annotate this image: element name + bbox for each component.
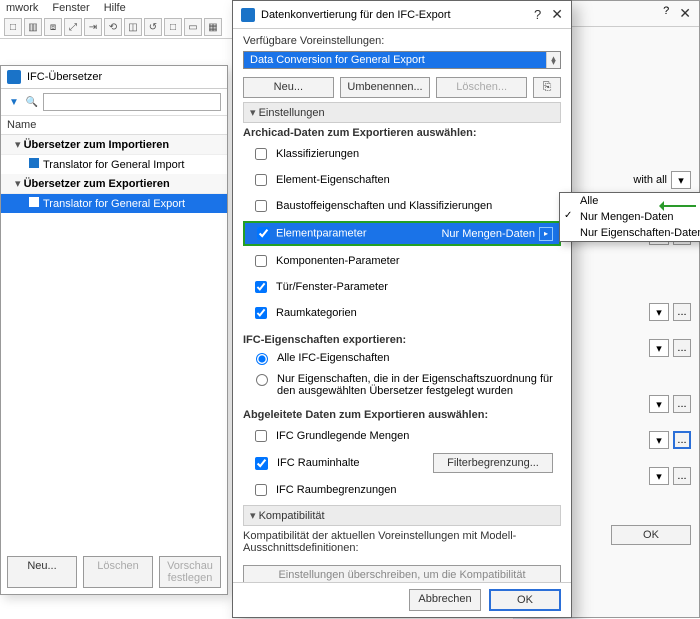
- checkbox[interactable]: [255, 281, 267, 293]
- checkbox[interactable]: [255, 174, 267, 186]
- ac-data-label: Archicad-Daten zum Exportieren auswählen…: [243, 127, 561, 139]
- elementparameter-value: Nur Mengen-Daten: [441, 228, 535, 240]
- chk-space-contents[interactable]: IFC Rauminhalte: [277, 457, 360, 469]
- tool-icon[interactable]: □: [4, 18, 22, 36]
- dropdown-caret-icon[interactable]: ▾: [649, 467, 669, 485]
- more-button[interactable]: ...: [673, 467, 691, 485]
- derived-label: Abgeleitete Daten zum Exportieren auswäh…: [243, 409, 561, 421]
- cancel-button[interactable]: Abbrechen: [409, 589, 481, 611]
- checkbox[interactable]: [255, 148, 267, 160]
- underlying-dialog: ? ✕ with all▾ ▾ⓘ ▾... ▾... ▾... ▾... ▾..…: [550, 0, 700, 618]
- chk-classifications[interactable]: Klassifizierungen: [243, 143, 561, 165]
- chk-room-categories[interactable]: Raumkategorien: [243, 302, 561, 324]
- tool-icon[interactable]: ◫: [124, 18, 142, 36]
- menu-item[interactable]: Fenster: [52, 2, 89, 14]
- dialog-title: Datenkonvertierung für den IFC-Export: [261, 9, 451, 21]
- data-conversion-dialog: Datenkonvertierung für den IFC-Export ? …: [232, 0, 572, 618]
- elementparameter-row[interactable]: Elementparameter Nur Mengen-Daten▸: [243, 221, 561, 246]
- elementparameter-dropdown[interactable]: Alle Nur Mengen-Daten Nur Eigenschaften-…: [559, 192, 700, 242]
- available-presets-label: Verfügbare Voreinstellungen:: [243, 35, 561, 47]
- radio-all-props[interactable]: Alle IFC-Eigenschaften: [243, 350, 561, 367]
- column-header-name: Name: [1, 116, 227, 135]
- chk-component-params[interactable]: Komponenten-Parameter: [243, 250, 561, 272]
- group-export[interactable]: Übersetzer zum Exportieren: [1, 174, 227, 194]
- tool-icon[interactable]: ▥: [24, 18, 42, 36]
- compat-label: Kompatibilität der aktuellen Voreinstell…: [243, 530, 561, 554]
- section-settings[interactable]: Einstellungen: [243, 102, 561, 123]
- chk-space-boundaries[interactable]: IFC Raumbegrenzungen: [243, 479, 561, 501]
- help-icon[interactable]: ?: [663, 5, 669, 22]
- close-icon[interactable]: ✕: [679, 5, 691, 22]
- scrollbar[interactable]: ▴▾: [546, 52, 560, 68]
- help-icon[interactable]: ?: [534, 7, 541, 22]
- with-all-label: with all: [633, 174, 667, 186]
- checkbox[interactable]: [255, 255, 267, 267]
- tool-icon[interactable]: ⇥: [84, 18, 102, 36]
- tool-icon[interactable]: ▭: [184, 18, 202, 36]
- ok-button[interactable]: OK: [489, 589, 561, 611]
- chk-door-window-params[interactable]: Tür/Fenster-Parameter: [243, 276, 561, 298]
- menu-item[interactable]: Hilfe: [104, 2, 126, 14]
- list-item[interactable]: Translator for General Export: [1, 194, 227, 213]
- dropdown-option[interactable]: Nur Eigenschaften-Daten: [560, 225, 700, 241]
- search-input[interactable]: [43, 93, 221, 111]
- tool-icon[interactable]: ⤢: [64, 18, 82, 36]
- dropdown-caret-icon[interactable]: ▾: [649, 395, 669, 413]
- radio[interactable]: [256, 353, 268, 365]
- doc-icon: [29, 197, 39, 207]
- search-icon[interactable]: 🔍: [25, 95, 39, 109]
- chk-base-quantities[interactable]: IFC Grundlegende Mengen: [243, 425, 561, 447]
- more-button[interactable]: ...: [673, 303, 691, 321]
- tool-icon[interactable]: ⧈: [44, 18, 62, 36]
- override-settings-button: Einstellungen überschreiben, um die Komp…: [243, 565, 561, 582]
- dialog-icon: [241, 8, 255, 22]
- chk-material-props[interactable]: Baustoffeigenschaften und Klassifizierun…: [243, 195, 561, 217]
- list-item[interactable]: Translator for General Import: [1, 155, 227, 174]
- preset-list[interactable]: Data Conversion for General Export ▴▾: [243, 51, 561, 69]
- tool-icon[interactable]: ⟲: [104, 18, 122, 36]
- section-compat[interactable]: Kompatibilität: [243, 505, 561, 526]
- set-preview-button: Vorschau festlegen: [159, 556, 221, 588]
- preset-item-selected[interactable]: Data Conversion for General Export: [244, 52, 560, 68]
- doc-icon: [29, 158, 39, 168]
- delete-preset-button: Löschen...: [436, 77, 527, 98]
- panel-title: IFC-Übersetzer: [27, 71, 102, 83]
- radio[interactable]: [256, 374, 268, 386]
- more-button[interactable]: ...: [673, 395, 691, 413]
- checkbox[interactable]: [257, 227, 270, 240]
- dropdown-caret-icon[interactable]: ▾: [671, 171, 691, 189]
- radio-only-mapped[interactable]: Nur Eigenschaften, die in der Eigenschaf…: [243, 371, 561, 399]
- chk-element-props[interactable]: Element-Eigenschaften: [243, 169, 561, 191]
- copy-preset-button[interactable]: ⎘: [533, 77, 561, 98]
- checkbox[interactable]: [255, 307, 267, 319]
- ifc-props-label: IFC-Eigenschaften exportieren:: [243, 334, 561, 346]
- rename-preset-button[interactable]: Umbenennen...: [340, 77, 431, 98]
- more-button[interactable]: ...: [673, 339, 691, 357]
- new-preset-button[interactable]: Neu...: [243, 77, 334, 98]
- menu-item[interactable]: mwork: [6, 2, 38, 14]
- checkbox[interactable]: [255, 484, 267, 496]
- dropdown-caret-icon[interactable]: ▸: [539, 227, 553, 241]
- ifc-translator-panel: IFC-Übersetzer ▼ 🔍 Name Übersetzer zum I…: [0, 65, 228, 595]
- filter-boundary-button[interactable]: Filterbegrenzung...: [433, 453, 553, 473]
- callout-arrow: [660, 205, 696, 207]
- tool-icon[interactable]: ▦: [204, 18, 222, 36]
- dropdown-option[interactable]: Nur Mengen-Daten: [560, 209, 700, 225]
- group-import[interactable]: Übersetzer zum Importieren: [1, 135, 227, 155]
- panel-icon: [7, 70, 21, 84]
- filter-icon[interactable]: ▼: [7, 95, 21, 109]
- more-button[interactable]: ...: [673, 431, 691, 449]
- dropdown-caret-icon[interactable]: ▾: [649, 339, 669, 357]
- ok-button[interactable]: OK: [611, 525, 691, 545]
- delete-button: Löschen: [83, 556, 153, 588]
- dropdown-caret-icon[interactable]: ▾: [649, 431, 669, 449]
- close-icon[interactable]: ✕: [551, 6, 563, 23]
- checkbox[interactable]: [255, 457, 268, 470]
- tool-icon[interactable]: ↺: [144, 18, 162, 36]
- checkbox[interactable]: [255, 200, 267, 212]
- tool-icon[interactable]: □: [164, 18, 182, 36]
- new-button[interactable]: Neu...: [7, 556, 77, 588]
- dropdown-caret-icon[interactable]: ▾: [649, 303, 669, 321]
- checkbox[interactable]: [255, 430, 267, 442]
